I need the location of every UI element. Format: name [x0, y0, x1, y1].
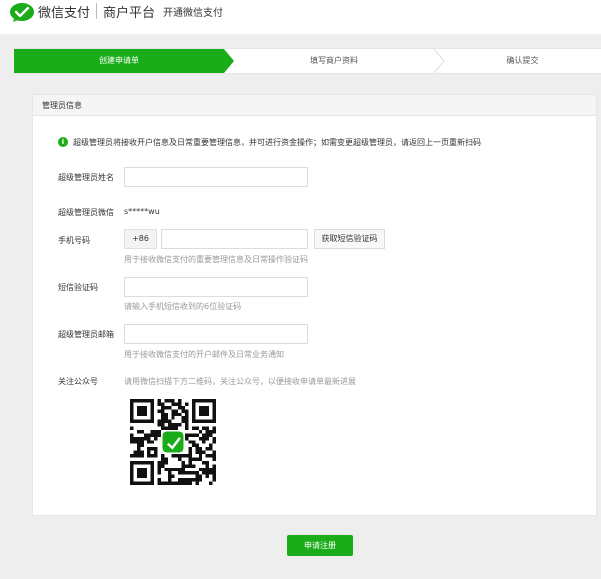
step-create-application: 创建申请单: [99, 56, 139, 65]
info-icon: i: [58, 137, 68, 147]
wechat-value: s*****wu: [124, 207, 160, 216]
sms-code-input[interactable]: [124, 277, 308, 297]
email-hint: 用于接收微信支付的开户邮件及日常业务通知: [124, 350, 284, 359]
wechat-label: 超级管理员微信: [58, 208, 114, 217]
email-input[interactable]: [124, 324, 308, 344]
phone-input[interactable]: [161, 229, 308, 249]
progress-steps: 创建申请单 填写商户资料 确认提交: [14, 48, 601, 74]
email-label: 超级管理员邮箱: [58, 330, 114, 339]
admin-notice: 超级管理员将接收开户信息及日常重要管理信息，并可进行资金操作；如需变更超级管理员…: [73, 138, 481, 147]
name-label: 超级管理员姓名: [58, 173, 114, 182]
brand-name: 微信支付: [38, 6, 91, 21]
phone-label: 手机号码: [58, 236, 90, 245]
phone-hint: 用于接收微信支付的重要管理信息及日常操作验证码: [124, 255, 308, 264]
follow-hint: 请用微信扫描下方二维码，关注公众号，以便接收申请单最新进展: [124, 377, 356, 386]
qr-code-image: [130, 399, 216, 485]
admin-info-card: 管理员信息: [32, 94, 597, 516]
platform-name: 商户平台: [103, 6, 156, 21]
admin-name-input[interactable]: [124, 167, 308, 187]
header-divider: [96, 3, 97, 19]
sms-code-hint: 请输入手机短信收到的6位验证码: [124, 302, 242, 311]
follow-label: 关注公众号: [58, 377, 98, 386]
submit-registration-button[interactable]: 申请注册: [287, 535, 353, 556]
step-confirm-submit: 确认提交: [506, 56, 539, 65]
get-sms-code-button[interactable]: 获取短信验证码: [314, 229, 385, 249]
phone-country-code: +86: [124, 229, 157, 249]
card-header: 管理员信息: [33, 95, 596, 116]
card-title: 管理员信息: [42, 101, 82, 110]
step-fill-merchant-info: 填写商户资料: [310, 56, 358, 65]
sms-code-label: 短信验证码: [58, 283, 98, 292]
top-header: 微信支付 商户平台 开通微信支付: [0, 0, 601, 34]
wechat-pay-logo-icon: [10, 3, 34, 22]
page-subtitle: 开通微信支付: [163, 8, 223, 19]
